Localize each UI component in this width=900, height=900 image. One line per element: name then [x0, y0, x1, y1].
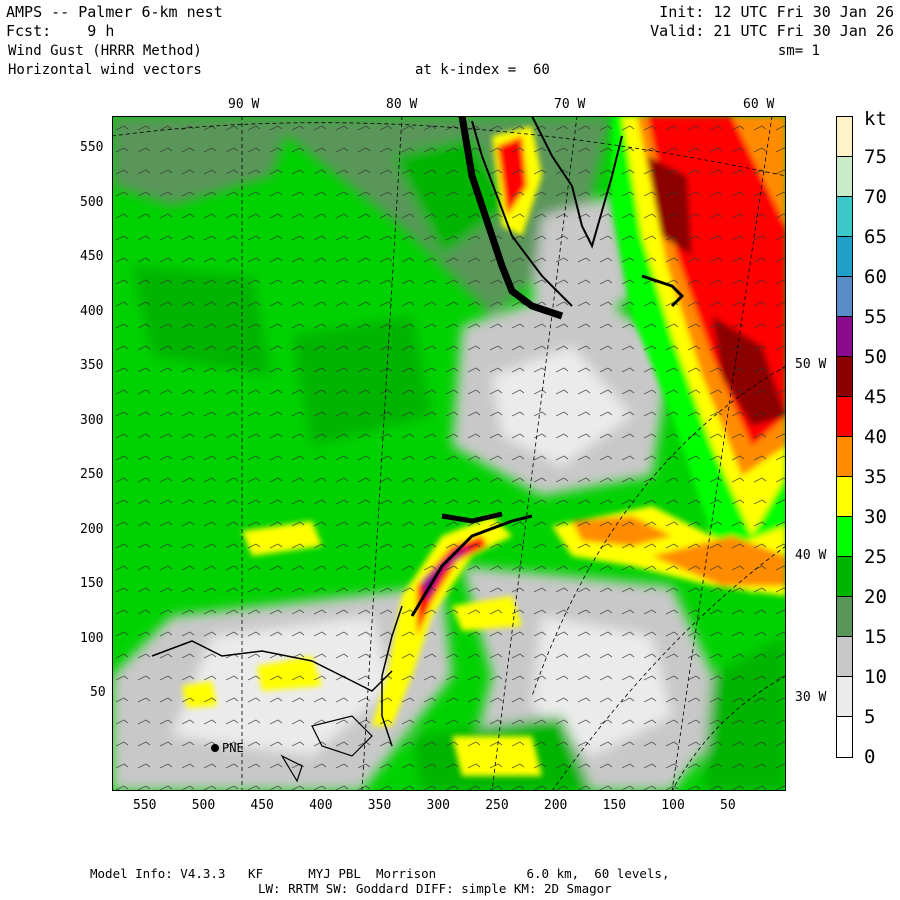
- colorbar-label: 45: [864, 386, 887, 408]
- station-marker[interactable]: [211, 744, 219, 752]
- colorbar-label: 60: [864, 266, 887, 288]
- colorbar-label: 55: [864, 306, 887, 328]
- colorbar-label: 40: [864, 426, 887, 448]
- x-tick-label: 300: [426, 798, 450, 813]
- init-time: Init: 12 UTC Fri 30 Jan 26: [659, 3, 894, 21]
- colorbar-label: 20: [864, 586, 887, 608]
- lon-label: 90 W: [228, 97, 260, 112]
- colorbar-label: 0: [864, 746, 876, 768]
- colorbar-label: 5: [864, 706, 876, 728]
- y-tick-label: 400: [80, 303, 104, 319]
- x-tick-label: 350: [367, 798, 392, 813]
- colorbar-label: 25: [864, 546, 887, 568]
- colorbar-swatch: [836, 396, 853, 437]
- wind-vectors: [112, 116, 786, 791]
- y-tick-label: 100: [80, 630, 104, 646]
- physics-info: LW: RRTM SW: Goddard DIFF: simple KM: 2D…: [258, 881, 612, 896]
- colorbar-label: 70: [864, 186, 887, 208]
- colorbar-swatch: [836, 276, 853, 317]
- lon-label: 50 W: [795, 357, 827, 372]
- y-tick-label: 200: [80, 521, 104, 537]
- y-tick-label: 50: [90, 685, 106, 700]
- colorbar-swatch: [836, 596, 853, 637]
- lon-label: 40 W: [795, 548, 827, 563]
- y-tick-label: 550: [80, 140, 104, 155]
- field-name: Wind Gust (HRRR Method): [8, 43, 202, 59]
- y-tick-label: 250: [80, 467, 104, 482]
- x-tick-label: 200: [543, 798, 568, 813]
- colorbar-swatch: [836, 676, 853, 717]
- x-tick-label: 550: [133, 798, 157, 813]
- smoothing: sm= 1: [777, 43, 820, 59]
- colorbar-swatch: [836, 196, 853, 237]
- colorbar-swatch: [836, 116, 853, 157]
- colorbar-label: 50: [864, 346, 887, 368]
- colorbar-unit: kt: [864, 108, 887, 130]
- colorbar-label: 75: [864, 146, 887, 168]
- x-tick-label: 50: [720, 798, 736, 813]
- wind-gust-map[interactable]: PNE: [112, 116, 786, 791]
- colorbar-swatch: [836, 436, 853, 477]
- colorbar-swatch: [836, 556, 853, 597]
- y-tick-label: 350: [80, 358, 104, 373]
- colorbar-label: 35: [864, 466, 887, 488]
- valid-time: Valid: 21 UTC Fri 30 Jan 26: [650, 22, 894, 40]
- x-tick-label: 150: [602, 798, 627, 813]
- y-tick-label: 300: [80, 412, 104, 428]
- colorbar-label: 15: [864, 626, 887, 648]
- lon-label: 70 W: [554, 97, 586, 112]
- y-tick-label: 500: [80, 194, 104, 210]
- colorbar-label: 30: [864, 506, 887, 528]
- colorbar-swatch: [836, 316, 853, 357]
- colorbar-swatch: [836, 716, 853, 758]
- colorbar-swatch: [836, 636, 853, 677]
- station-label: PNE: [222, 741, 244, 755]
- x-tick-label: 400: [309, 798, 333, 813]
- colorbar-swatch: [836, 476, 853, 517]
- lon-label: 30 W: [795, 690, 827, 705]
- colorbar-swatch: [836, 236, 853, 277]
- colorbar-swatch: [836, 516, 853, 557]
- lon-label: 80 W: [386, 97, 418, 112]
- forecast-hour: Fcst: 9 h: [6, 22, 115, 40]
- colorbar-swatch: [836, 156, 853, 197]
- x-tick-label: 100: [661, 798, 685, 813]
- k-index: at k-index = 60: [415, 62, 550, 78]
- y-tick-label: 450: [80, 249, 104, 264]
- colorbar-label: 10: [864, 666, 887, 688]
- vector-name: Horizontal wind vectors: [8, 62, 202, 78]
- y-tick-label: 150: [80, 576, 104, 591]
- colorbar-swatch: [836, 356, 853, 397]
- colorbar-label: 65: [864, 226, 887, 248]
- model-title: AMPS -- Palmer 6-km nest: [6, 3, 223, 21]
- x-tick-label: 500: [191, 798, 216, 813]
- lon-label: 60 W: [743, 97, 775, 112]
- x-tick-label: 450: [250, 798, 274, 813]
- model-info: Model Info: V4.3.3 KF MYJ PBL Morrison 6…: [90, 866, 670, 881]
- x-tick-label: 250: [485, 798, 509, 813]
